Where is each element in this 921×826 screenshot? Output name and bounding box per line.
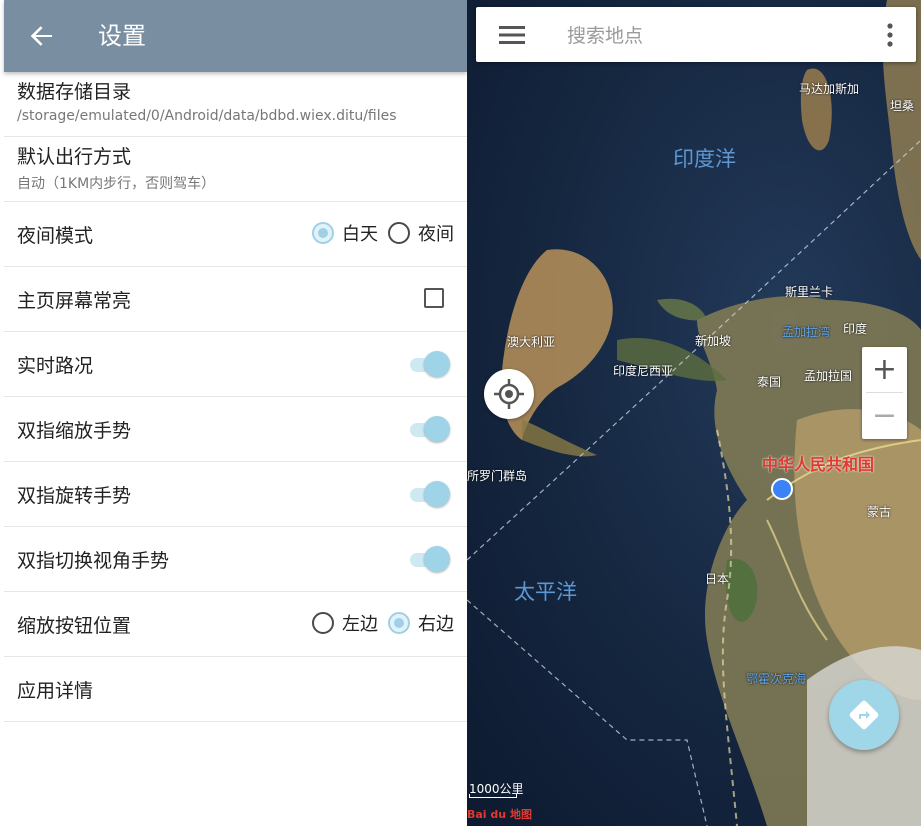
map-label-australia: 澳大利亚 bbox=[507, 335, 556, 349]
setting-data-dir[interactable]: 数据存储目录 /storage/emulated/0/Android/data/… bbox=[4, 72, 467, 137]
my-location-icon bbox=[494, 379, 524, 409]
realtime-traffic-toggle[interactable] bbox=[410, 351, 450, 377]
menu-icon[interactable] bbox=[499, 24, 525, 46]
app-bar: 设置 bbox=[4, 0, 467, 72]
radio-night[interactable]: 夜间 bbox=[388, 220, 454, 246]
map-label-bay-of-bengal: 孟加拉湾 bbox=[782, 325, 831, 339]
map-label-bangladesh: 孟加拉国 bbox=[804, 369, 853, 383]
current-location-marker bbox=[771, 478, 793, 500]
radio-unchecked-icon bbox=[312, 612, 334, 634]
zoom-control: + − bbox=[862, 347, 907, 439]
keep-screen-on-checkbox[interactable] bbox=[424, 288, 444, 308]
toggle-thumb bbox=[424, 481, 450, 507]
locate-button[interactable] bbox=[484, 369, 534, 419]
setting-label: 夜间模式 bbox=[17, 225, 94, 247]
page-title: 设置 bbox=[98, 22, 146, 50]
radio-checked-icon bbox=[312, 222, 334, 244]
map-label-china: 中华人民共和国 bbox=[762, 455, 875, 474]
setting-label: 双指旋转手势 bbox=[17, 485, 132, 507]
map-label-okhotsk: 鄂霍次克海 bbox=[746, 672, 807, 686]
setting-zoom-button-position: 缩放按钮位置 左边 右边 bbox=[4, 592, 467, 657]
setting-two-finger-tilt: 双指切换视角手势 bbox=[4, 527, 467, 592]
map-label-pacific-ocean: 太平洋 bbox=[514, 580, 577, 604]
map-label-japan: 日本 bbox=[705, 572, 730, 586]
map-label-solomon: 所罗门群岛 bbox=[467, 469, 528, 483]
radio-unchecked-icon bbox=[388, 222, 410, 244]
setting-two-finger-rotate: 双指旋转手势 bbox=[4, 462, 467, 527]
radio-day[interactable]: 白天 bbox=[312, 220, 378, 246]
setting-travel-mode[interactable]: 默认出行方式 自动（1KM内步行，否则驾车） bbox=[4, 137, 467, 202]
setting-label: 缩放按钮位置 bbox=[17, 615, 132, 637]
map-label-madagascar: 马达加斯加 bbox=[799, 82, 860, 96]
map-label-india: 印度 bbox=[843, 322, 868, 336]
map-label-thailand: 泰国 bbox=[757, 375, 782, 389]
setting-label: 应用详情 bbox=[17, 680, 94, 702]
zoom-out-button[interactable]: − bbox=[862, 393, 907, 438]
map-label-singapore: 新加坡 bbox=[695, 334, 732, 348]
more-vert-icon[interactable] bbox=[886, 22, 894, 48]
setting-two-finger-zoom: 双指缩放手势 bbox=[4, 397, 467, 462]
setting-keep-screen-on[interactable]: 主页屏幕常亮 bbox=[4, 267, 467, 332]
scale-bar bbox=[469, 794, 517, 798]
setting-label: 实时路况 bbox=[17, 355, 94, 377]
baidu-logo: Bai du 地图 bbox=[467, 806, 532, 822]
search-input[interactable]: 搜索地点 bbox=[567, 21, 643, 48]
setting-value: /storage/emulated/0/Android/data/bdbd.wi… bbox=[17, 108, 397, 124]
map-label-sri-lanka: 斯里兰卡 bbox=[785, 285, 834, 299]
map-view[interactable]: 搜索地点 马达加斯加 坦桑 印度洋 斯里兰卡 孟加拉湾 印度 澳大利亚 新加坡 … bbox=[467, 0, 921, 826]
route-button[interactable] bbox=[829, 680, 899, 750]
setting-label: 数据存储目录 bbox=[17, 81, 132, 103]
back-arrow-icon[interactable] bbox=[26, 20, 58, 52]
night-mode-radio-group: 白天 夜间 bbox=[302, 220, 454, 246]
toggle-thumb bbox=[424, 416, 450, 442]
settings-list: 数据存储目录 /storage/emulated/0/Android/data/… bbox=[4, 72, 467, 722]
directions-icon bbox=[849, 700, 879, 730]
settings-panel: 设置 数据存储目录 /storage/emulated/0/Android/da… bbox=[0, 0, 467, 826]
two-finger-tilt-toggle[interactable] bbox=[410, 546, 450, 572]
setting-label: 默认出行方式 bbox=[17, 146, 132, 168]
radio-right[interactable]: 右边 bbox=[388, 610, 454, 636]
toggle-thumb bbox=[424, 351, 450, 377]
radio-label: 夜间 bbox=[418, 224, 454, 245]
radio-label: 白天 bbox=[342, 224, 378, 245]
search-bar[interactable]: 搜索地点 bbox=[476, 7, 916, 62]
logo-text: Bai du 地图 bbox=[467, 808, 532, 821]
toggle-thumb bbox=[424, 546, 450, 572]
zoom-position-radio-group: 左边 右边 bbox=[302, 610, 454, 636]
setting-label: 双指切换视角手势 bbox=[17, 550, 170, 572]
radio-left[interactable]: 左边 bbox=[312, 610, 378, 636]
setting-app-details[interactable]: 应用详情 bbox=[4, 657, 467, 722]
setting-label: 主页屏幕常亮 bbox=[17, 290, 132, 312]
setting-realtime-traffic: 实时路况 bbox=[4, 332, 467, 397]
two-finger-rotate-toggle[interactable] bbox=[410, 481, 450, 507]
setting-night-mode: 夜间模式 白天 夜间 bbox=[4, 202, 467, 267]
two-finger-zoom-toggle[interactable] bbox=[410, 416, 450, 442]
map-label-mongolia: 蒙古 bbox=[867, 505, 892, 519]
radio-checked-icon bbox=[388, 612, 410, 634]
setting-label: 双指缩放手势 bbox=[17, 420, 132, 442]
map-scale: 1000公里 bbox=[469, 780, 524, 798]
setting-value: 自动（1KM内步行，否则驾车） bbox=[17, 176, 216, 192]
radio-label: 左边 bbox=[342, 614, 378, 635]
map-label-tanzania: 坦桑 bbox=[890, 99, 915, 113]
map-label-indian-ocean: 印度洋 bbox=[673, 147, 736, 171]
map-label-indonesia: 印度尼西亚 bbox=[613, 364, 674, 378]
radio-label: 右边 bbox=[418, 614, 454, 635]
zoom-in-button[interactable]: + bbox=[862, 347, 907, 392]
